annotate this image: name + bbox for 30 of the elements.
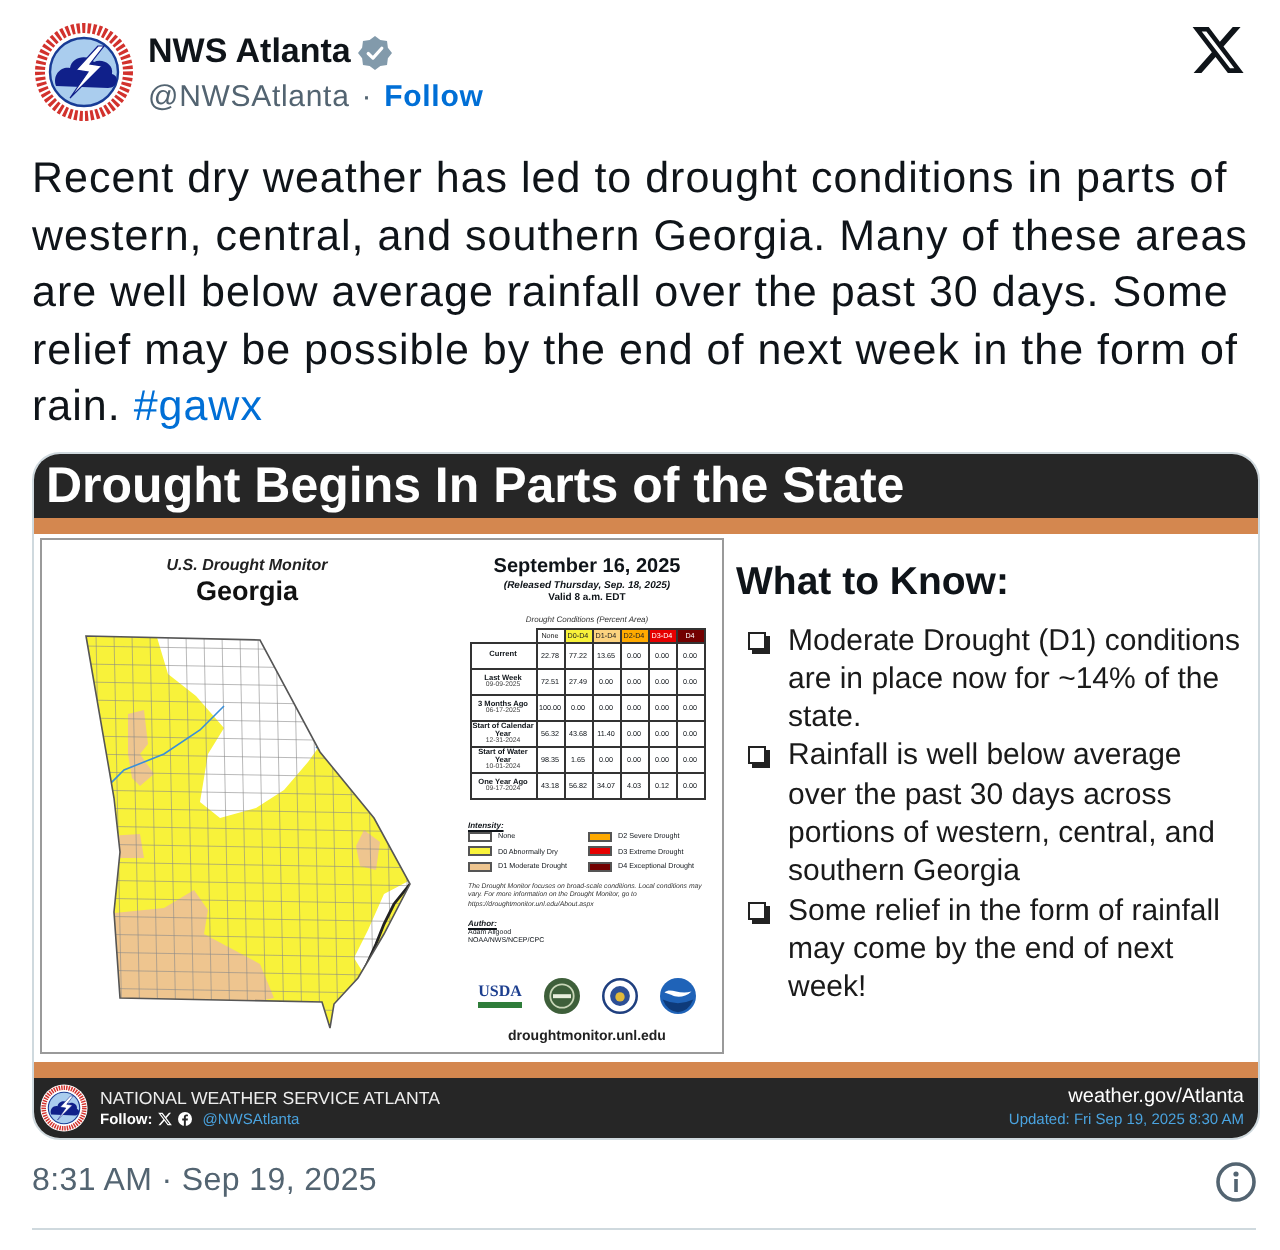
author-handle[interactable]: @NWSAtlanta: [148, 78, 350, 118]
square-bullet-icon: [748, 631, 770, 653]
info-icon[interactable]: [1216, 1161, 1256, 1201]
author-name[interactable]: NWS Atlanta: [148, 30, 351, 74]
separator-dot: ·: [361, 78, 373, 118]
avatar-logo-icon[interactable]: [32, 20, 136, 124]
emblem-icon: [543, 977, 580, 1014]
bullet-text: Moderate Drought (D1) conditions are in place now for ~14% of the state.: [788, 621, 1242, 737]
website-text: weather.gov/Atlanta: [1068, 1086, 1244, 1110]
region-title: Georgia: [195, 575, 298, 607]
office-name: NATIONAL WEATHER SERVICE ATLANTA: [100, 1087, 440, 1109]
x-logo-icon: [158, 1111, 173, 1125]
x-logo-icon[interactable]: [1192, 24, 1244, 76]
bird-logo-icon: [659, 977, 696, 1014]
bullet-text: Some relief in the form of rainfall may come by the end of next week!: [788, 891, 1222, 1007]
square-bullet-icon: [748, 746, 770, 769]
office-logo-icon: [40, 1083, 88, 1131]
what-to-know-heading: What to Know:: [736, 557, 1011, 607]
hashtag-link[interactable]: #gawx: [133, 382, 263, 430]
square-bullet-icon: [748, 901, 770, 924]
follow-link[interactable]: Follow: [384, 78, 484, 118]
map-date: September 16, 2025: [493, 555, 681, 579]
seal-icon: [601, 977, 638, 1014]
infographic-title: Drought Begins In Parts of the State: [34, 453, 1258, 517]
post-timestamp[interactable]: 8:31 AM · Sep 19, 2025: [32, 1159, 378, 1203]
post-text: Recent dry weather has led to drought conditions in parts of western, central, and southern Georgia. Many of these areas are well below average rainfall over the past 30 days. Some relief may be possible by the end of next week in the form of rain. #gawx: [32, 152, 1250, 434]
bullet-text: Rainfall is well below average over the past 30 days across portions of western, central, and southern Georgia: [788, 736, 1217, 892]
f-circle-icon: [178, 1111, 193, 1125]
monitor-heading: U.S. Drought Monitor: [166, 555, 328, 575]
agency-wordmark: USDA: [478, 982, 522, 1009]
